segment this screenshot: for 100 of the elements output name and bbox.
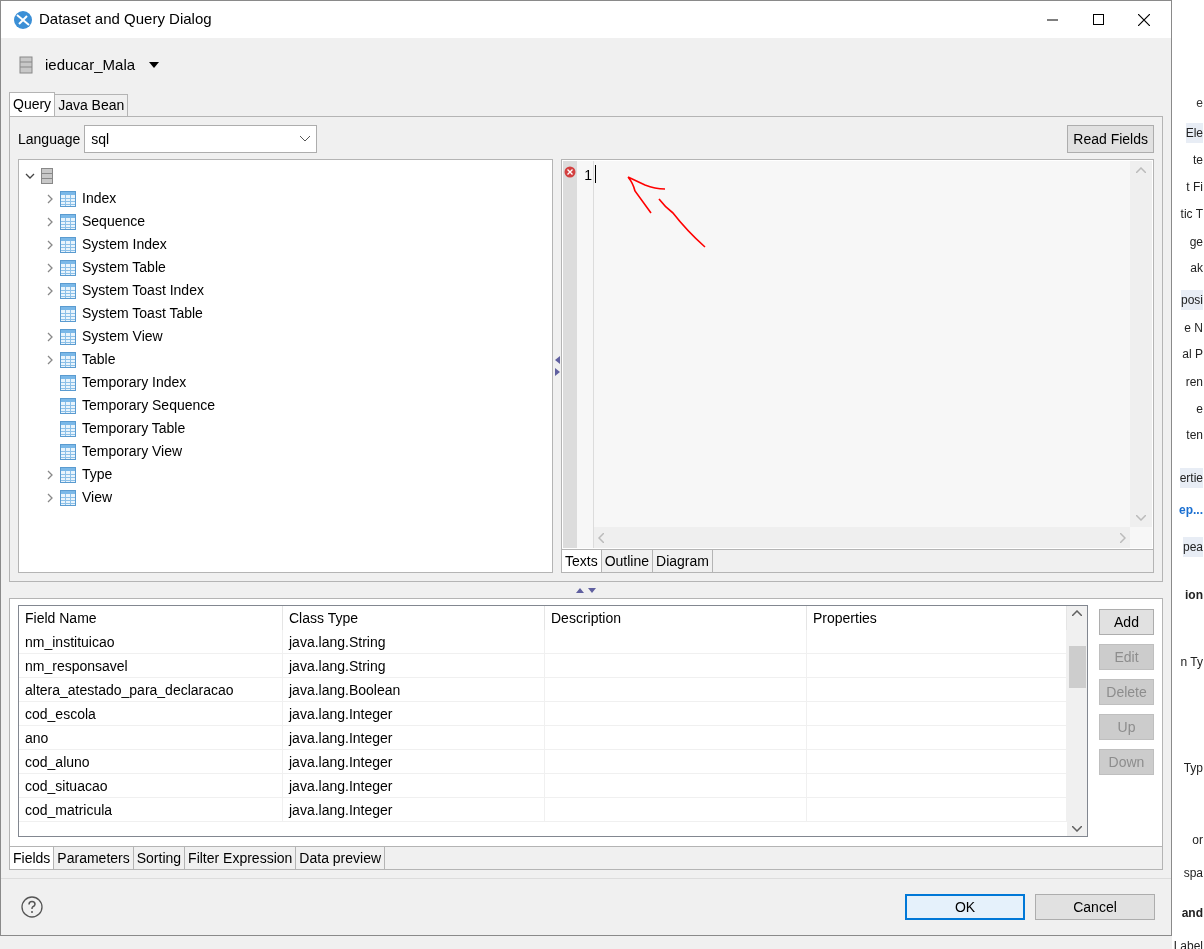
dialog-button[interactable]: OK xyxy=(905,894,1025,920)
table-icon xyxy=(60,397,76,414)
language-label: Language xyxy=(18,129,81,149)
tab[interactable]: Java Bean xyxy=(55,94,129,116)
table-icon xyxy=(60,489,76,506)
tree-item[interactable]: System Table xyxy=(82,257,166,278)
table-icon xyxy=(60,236,76,253)
side-button[interactable]: Add xyxy=(1099,609,1154,635)
tab[interactable]: Texts xyxy=(562,550,602,572)
tree-item[interactable]: System View xyxy=(82,326,163,347)
tree-item[interactable]: Table xyxy=(82,349,116,370)
table-icon xyxy=(60,351,76,368)
background-text: ep... xyxy=(1179,502,1203,519)
table-cell: java.lang.Integer xyxy=(283,750,545,774)
table-icon xyxy=(60,374,76,391)
background-text: n Ty xyxy=(1180,654,1203,671)
table-cell: cod_situacao xyxy=(19,774,283,798)
line-number: 1 xyxy=(583,166,593,183)
background-text: t Fi xyxy=(1186,179,1203,196)
tree-item[interactable]: Type xyxy=(82,464,113,485)
tree-item[interactable]: Temporary Sequence xyxy=(82,395,216,416)
background-text: ertie xyxy=(1179,468,1203,488)
background-text: or xyxy=(1192,832,1203,849)
tree-item[interactable]: View xyxy=(82,487,113,508)
expand-chevron-icon[interactable] xyxy=(45,354,55,365)
background-text: te xyxy=(1193,152,1203,169)
table-icon xyxy=(60,282,76,299)
background-text: e N xyxy=(1184,320,1203,337)
table-cell: altera_atestado_para_declaracao xyxy=(19,678,283,702)
tree-item[interactable]: Temporary Index xyxy=(82,372,187,393)
minimize-icon xyxy=(1046,18,1058,21)
expand-chevron-icon[interactable] xyxy=(45,469,55,480)
table-icon xyxy=(60,259,76,276)
table-cell: nm_instituicao xyxy=(19,630,283,654)
expand-chevron-icon[interactable] xyxy=(45,193,55,204)
background-text: tic T xyxy=(1180,206,1203,223)
table-icon xyxy=(60,328,76,345)
table-cell: java.lang.Integer xyxy=(283,798,545,822)
close-icon xyxy=(1138,13,1150,26)
table-icon xyxy=(60,466,76,483)
tree-item[interactable]: Index xyxy=(82,188,117,209)
table-cell: nm_responsavel xyxy=(19,654,283,678)
scroll-down-icon[interactable] xyxy=(1072,826,1082,832)
tree-item[interactable]: Temporary View xyxy=(82,441,183,462)
table-icon xyxy=(60,305,76,322)
data-source-name: ieducar_Mala xyxy=(45,54,136,75)
background-text: posi xyxy=(1181,290,1203,310)
dialog-button[interactable]: Cancel xyxy=(1035,894,1155,920)
background-text: e xyxy=(1196,95,1203,112)
background-text: ten xyxy=(1186,427,1203,444)
table-icon xyxy=(60,443,76,460)
table-icon xyxy=(60,213,76,230)
column-header[interactable]: Field Name xyxy=(19,606,283,630)
table-cell: java.lang.Boolean xyxy=(283,678,545,702)
tab[interactable]: Query xyxy=(9,92,56,116)
tree-item[interactable]: System Toast Table xyxy=(82,303,203,324)
column-header[interactable]: Description xyxy=(545,606,807,630)
tree-item[interactable]: System Toast Index xyxy=(82,280,204,301)
window-title: Dataset and Query Dialog xyxy=(39,9,212,30)
expand-chevron-icon[interactable] xyxy=(45,239,55,250)
app-logo-icon xyxy=(13,9,33,30)
dropdown-arrow-icon[interactable] xyxy=(149,62,160,68)
read-fields-button[interactable]: Read Fields xyxy=(1067,125,1154,153)
background-text: e xyxy=(1196,401,1203,418)
table-cell: cod_escola xyxy=(19,702,283,726)
chevron-down-icon xyxy=(300,136,311,142)
table-cell: java.lang.Integer xyxy=(283,774,545,798)
expand-chevron-icon[interactable] xyxy=(45,492,55,503)
database-icon xyxy=(41,167,53,184)
expand-chevron-icon[interactable] xyxy=(45,285,55,296)
table-cell: cod_aluno xyxy=(19,750,283,774)
background-text: ak xyxy=(1190,260,1203,277)
expand-chevron-icon[interactable] xyxy=(45,216,55,227)
text-cursor xyxy=(595,165,596,183)
expand-chevron-icon[interactable] xyxy=(45,331,55,342)
background-text: ge xyxy=(1189,234,1203,251)
scrollbar-thumb[interactable] xyxy=(1068,646,1086,688)
background-text: Ele xyxy=(1185,123,1203,143)
help-icon[interactable] xyxy=(21,896,43,918)
background-text: Typ xyxy=(1183,760,1203,777)
tree-item[interactable]: Temporary Table xyxy=(82,418,186,439)
tree-item[interactable]: System Index xyxy=(82,234,167,255)
tab[interactable]: Fields xyxy=(10,847,55,869)
scroll-up-icon[interactable] xyxy=(1072,610,1082,616)
background-text: spa xyxy=(1183,865,1203,882)
tree-item[interactable]: Sequence xyxy=(82,211,146,232)
column-header[interactable]: Class Type xyxy=(283,606,545,630)
sash-arrows-icon[interactable] xyxy=(576,587,596,593)
background-text: pea xyxy=(1182,537,1203,557)
table-cell: cod_matricula xyxy=(19,798,283,822)
background-text: and xyxy=(1181,905,1203,922)
language-dropdown[interactable]: sql xyxy=(84,125,318,153)
table-icon xyxy=(60,420,76,437)
maximize-icon xyxy=(1092,14,1104,25)
background-text: ren xyxy=(1185,374,1203,391)
database-icon xyxy=(19,56,33,74)
expand-chevron-icon[interactable] xyxy=(45,262,55,273)
table-scrollbar[interactable] xyxy=(1067,606,1087,836)
background-text: al P xyxy=(1182,346,1203,363)
background-text: ion xyxy=(1185,587,1203,604)
